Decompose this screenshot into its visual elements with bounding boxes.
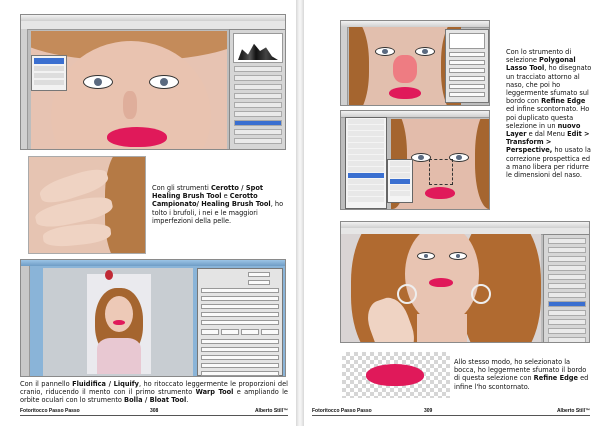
eye-left bbox=[83, 75, 113, 89]
liquify-dialog-screenshot bbox=[20, 259, 286, 377]
right-panels bbox=[229, 29, 285, 149]
photoshop-screenshot-transform-menu bbox=[340, 110, 490, 210]
photoshop-screenshot-face-closeup bbox=[20, 14, 286, 150]
footer-page-number: 308 bbox=[150, 408, 159, 414]
footer-page-number: 309 bbox=[424, 408, 433, 414]
eye-right bbox=[149, 75, 179, 89]
liquify-canvas bbox=[43, 268, 193, 376]
liquify-tools bbox=[21, 266, 30, 376]
left-footer: Fotoritocco Passo Passo 308 Alberto Stil… bbox=[20, 408, 288, 418]
right-text-mouth-selection: Allo stesso modo, ho selezionato la bocc… bbox=[454, 358, 589, 391]
left-page: Con gli strumenti Cerotto / Spot Healing… bbox=[0, 0, 296, 426]
lips-cutout-transparency bbox=[342, 352, 450, 398]
lips-cutout bbox=[366, 364, 424, 386]
footer-book-title: Fotoritocco Passo Passo bbox=[20, 408, 80, 414]
footer-book-title: Fotoritocco Passo Passo bbox=[312, 408, 372, 414]
book-gutter bbox=[296, 0, 304, 426]
photo-hand-detail bbox=[28, 156, 146, 254]
liquify-title-bar bbox=[21, 260, 285, 266]
transform-submenu bbox=[387, 159, 413, 203]
liquify-options-panel bbox=[197, 268, 283, 376]
rose-icon bbox=[105, 270, 113, 280]
tools-panel bbox=[21, 29, 28, 149]
histogram bbox=[233, 33, 283, 63]
left-text-liquify: Con il pannello Fluidifica / Liquify, ho… bbox=[20, 380, 289, 405]
left-text-healing-tools: Con gli strumenti Cerotto / Spot Healing… bbox=[152, 184, 284, 225]
footer-author: Alberto Still™ bbox=[254, 408, 288, 414]
nose-selection-highlight bbox=[393, 55, 417, 83]
photoshop-screenshot-portrait bbox=[340, 221, 590, 343]
photoshop-screenshot-nose-selection bbox=[340, 20, 490, 106]
right-footer: Fotoritocco Passo Passo 309 Alberto Stil… bbox=[312, 408, 590, 418]
right-page: Con lo strumento di selezione Polygonal … bbox=[304, 0, 600, 426]
portrait-photo bbox=[341, 234, 541, 342]
layers-panel bbox=[543, 234, 589, 342]
footer-author: Alberto Still™ bbox=[556, 408, 590, 414]
right-text-polygonal-lasso: Con lo strumento di selezione Polygonal … bbox=[506, 48, 592, 180]
edit-menu bbox=[345, 117, 387, 209]
lips bbox=[107, 127, 167, 147]
tool-flyout-menu bbox=[31, 55, 67, 91]
refine-edge-dialog bbox=[445, 29, 489, 103]
